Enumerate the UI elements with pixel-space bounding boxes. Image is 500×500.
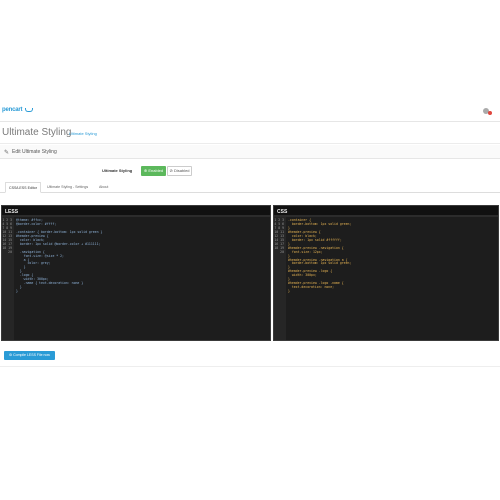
css-code[interactable]: .container { border-bottom: 1px solid gr…	[288, 218, 351, 294]
less-editor-title: LESS	[2, 206, 270, 217]
panel-heading: ✎ Edit Ultimate Styling	[0, 145, 500, 159]
disabled-button[interactable]: ⊘ Disabled	[167, 166, 192, 176]
status-label: Ultimate Styling	[102, 168, 133, 173]
less-editor[interactable]: LESS 1 2 3 4 5 6 7 8 9 10 11 12 13 14 15…	[1, 205, 271, 341]
css-editor[interactable]: CSS 1 2 3 4 5 6 7 8 9 10 11 12 13 14 15 …	[273, 205, 499, 341]
tab-css-less-editor[interactable]: CSS/LESS Editor	[5, 182, 41, 193]
divider	[0, 366, 500, 367]
cart-icon	[25, 108, 33, 112]
pencil-icon: ✎	[4, 150, 10, 156]
line-numbers: 1 2 3 4 5 6 7 8 9 10 11 12 13 14 15 16 1…	[2, 217, 14, 340]
breadcrumb[interactable]: Ultimate Styling	[69, 131, 97, 136]
css-editor-title: CSS	[274, 206, 498, 217]
tab-bar: CSS/LESS Editor Ultimate Styling - Setti…	[0, 180, 500, 193]
page-title: Ultimate Styling	[2, 127, 72, 138]
top-bar: pencart	[0, 100, 500, 122]
page-heading: Ultimate Styling Ultimate Styling	[0, 124, 500, 144]
tab-about[interactable]: About	[96, 182, 111, 193]
line-numbers: 1 2 3 4 5 6 7 8 9 10 11 12 13 14 15 16 1…	[274, 217, 286, 340]
panel-title: Edit Ultimate Styling	[12, 149, 57, 155]
enabled-button[interactable]: ⊕ Enabled	[141, 166, 166, 176]
tab-settings[interactable]: Ultimate Styling - Settings	[44, 182, 91, 193]
logout-icon[interactable]	[488, 111, 492, 115]
compile-less-button[interactable]: ⚙ Compile LESS File now	[4, 351, 55, 360]
logo[interactable]: pencart	[2, 107, 22, 113]
less-code[interactable]: @theme: #ffcc; @border-color: #ffff; .co…	[16, 218, 102, 294]
